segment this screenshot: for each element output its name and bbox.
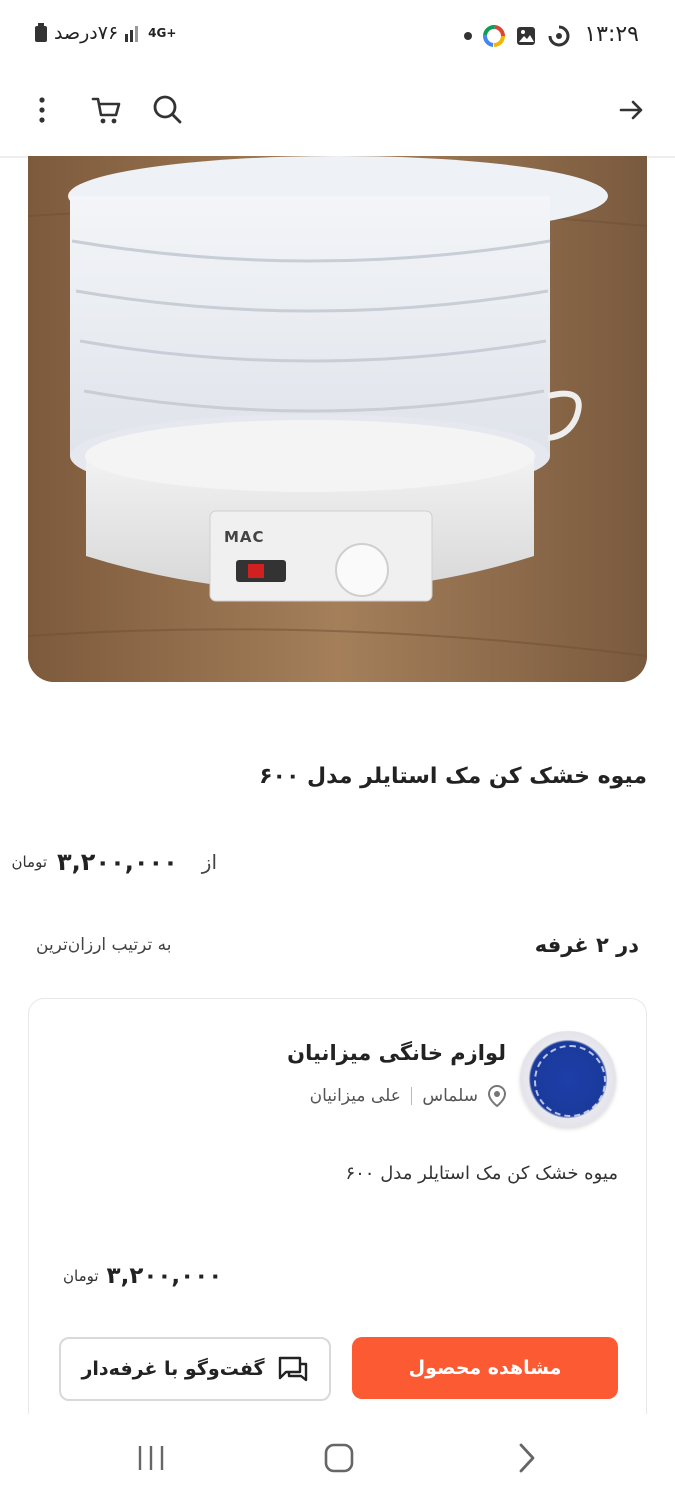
- brand-label: MAC: [224, 528, 265, 546]
- cart-button[interactable]: [82, 86, 130, 134]
- chat-button-label: گفت‌وگو با غرفه‌دار: [81, 1358, 265, 1380]
- status-time: ۱۳:۲۹: [584, 22, 639, 47]
- gallery-icon: [517, 27, 535, 45]
- system-nav-bar: [0, 1414, 675, 1500]
- sort-selector[interactable]: به ترتیب ارزان‌ترین: [36, 935, 171, 955]
- card-price-row: ۳,۲۰۰,۰۰۰ تومان: [63, 1263, 222, 1289]
- stores-count: در ۲ غرفه: [534, 933, 639, 957]
- recents-button[interactable]: [136, 1444, 166, 1476]
- store-city: سلماس: [422, 1086, 478, 1106]
- status-left: ۷۶درصد 4G+: [34, 22, 176, 44]
- price-summary: از ۳,۲۰۰,۰۰۰ تومان: [11, 848, 217, 876]
- store-card[interactable]: لوازم خانگی میزانیان سلماس علی میزانیان …: [28, 998, 647, 1429]
- chat-with-seller-button[interactable]: گفت‌وگو با غرفه‌دار: [59, 1337, 331, 1401]
- app-color-icon: [483, 25, 505, 47]
- home-button[interactable]: [323, 1442, 355, 1478]
- nav-back-button[interactable]: [516, 1442, 538, 1478]
- more-vert-icon: [39, 97, 45, 123]
- product-image[interactable]: MAC: [28, 156, 647, 682]
- cart-icon: [91, 97, 121, 124]
- card-price: ۳,۲۰۰,۰۰۰: [106, 1263, 223, 1289]
- status-bar: ۱۳:۲۹ ۷۶درصد 4G+: [0, 0, 675, 76]
- dehydrator-image: [28, 156, 647, 682]
- battery-icon: [35, 23, 47, 42]
- home-icon: [324, 1443, 354, 1473]
- search-icon: [153, 95, 182, 124]
- sync-icon: [548, 25, 570, 47]
- location-icon: [488, 1085, 506, 1107]
- network-label: 4G+: [148, 26, 177, 40]
- lowest-price: ۳,۲۰۰,۰۰۰: [57, 848, 178, 876]
- from-label: از: [201, 850, 217, 874]
- store-logo: [520, 1031, 616, 1127]
- store-name[interactable]: لوازم خانگی میزانیان: [287, 1041, 506, 1065]
- view-product-button[interactable]: مشاهده محصول: [352, 1337, 618, 1399]
- card-product-name: میوه خشک کن مک استایلر مدل ۶۰۰: [345, 1163, 618, 1184]
- search-button[interactable]: [144, 86, 192, 134]
- more-button[interactable]: [18, 86, 66, 134]
- signal-icon: [125, 26, 139, 42]
- app-bar: [0, 76, 675, 158]
- chevron-back-icon: [519, 1443, 535, 1473]
- meta-divider: [410, 1087, 413, 1105]
- back-button[interactable]: [607, 86, 655, 134]
- notification-icons: [463, 24, 571, 48]
- card-currency: تومان: [63, 1266, 99, 1285]
- store-owner: علی میزانیان: [309, 1086, 401, 1106]
- store-meta: سلماس علی میزانیان: [310, 1085, 506, 1107]
- recents-icon: [138, 1446, 164, 1470]
- product-title: میوه خشک کن مک استایلر مدل ۶۰۰: [259, 764, 647, 789]
- dot-icon: [464, 32, 472, 40]
- currency-label: تومان: [11, 852, 47, 871]
- back-arrow-icon: [619, 100, 643, 120]
- battery-label: ۷۶درصد: [54, 22, 119, 44]
- chat-icon: [278, 1356, 307, 1382]
